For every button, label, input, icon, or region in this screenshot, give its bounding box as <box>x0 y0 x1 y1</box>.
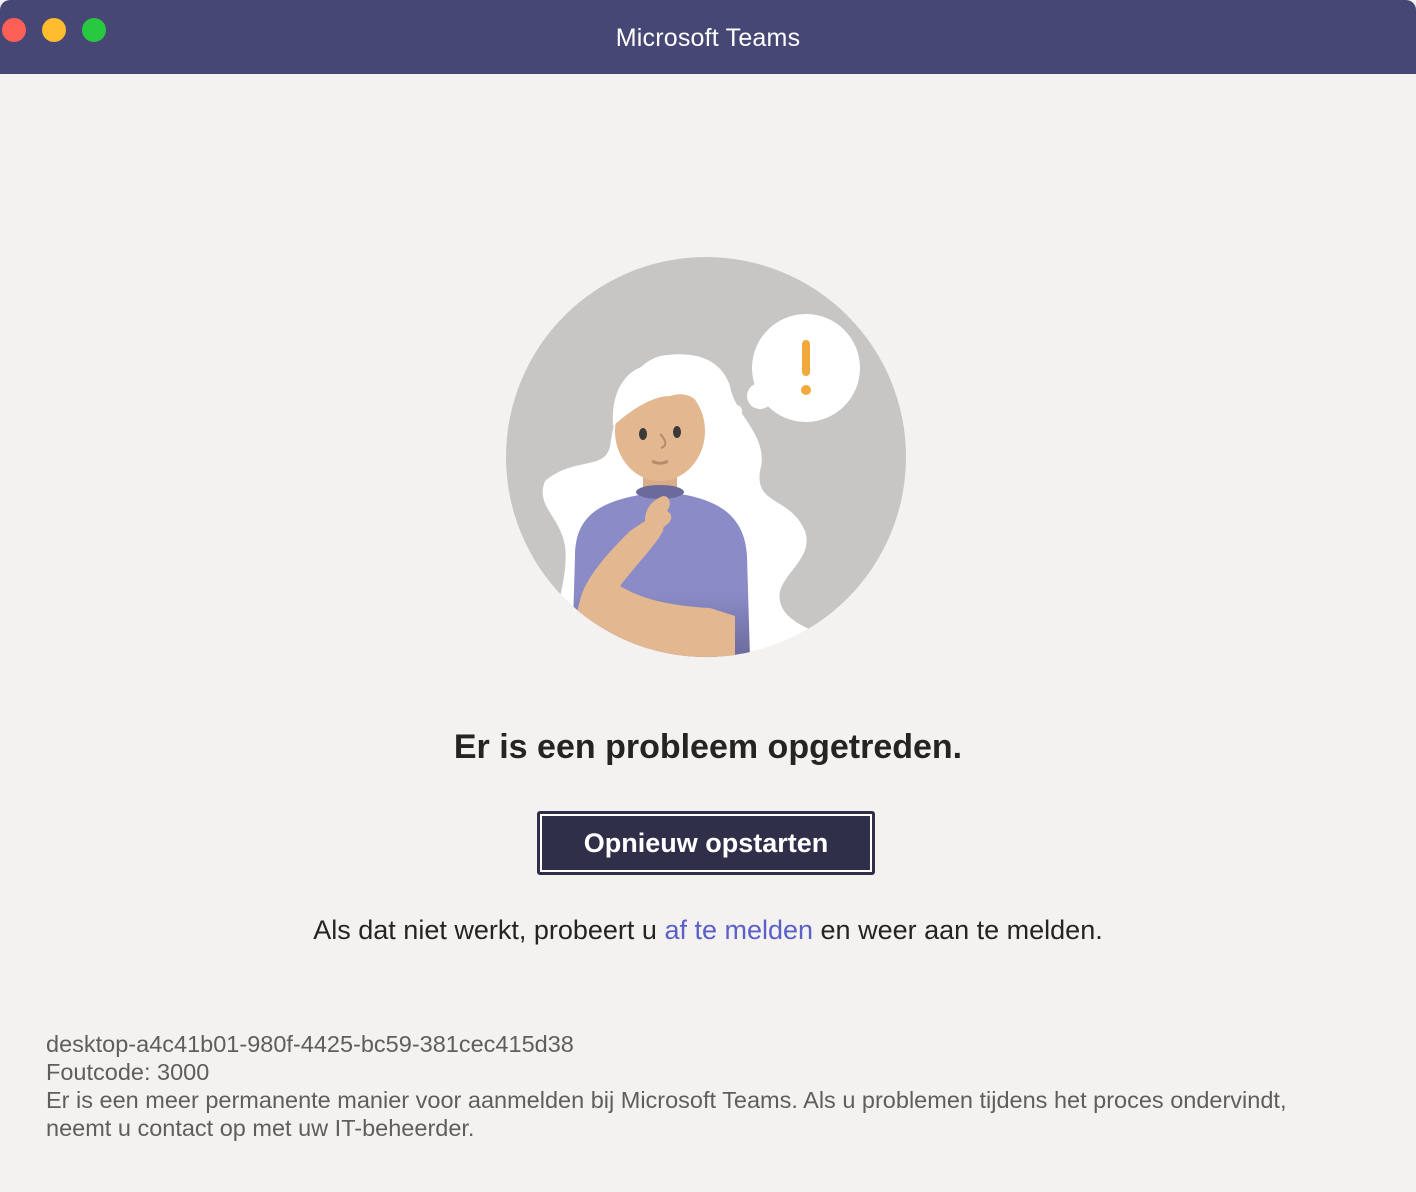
session-id: desktop-a4c41b01-980f-4425-bc59-381cec41… <box>46 1031 574 1057</box>
details-message-line2: neemt u contact op met uw IT-beheerder. <box>46 1115 475 1141</box>
error-heading: Er is een probleem opgetreden. <box>453 728 963 766</box>
signout-hint: Als dat niet werkt, probeert u af te mel… <box>0 915 1416 946</box>
right-eye <box>673 426 681 438</box>
exclamation-dot <box>801 385 811 395</box>
restart-button[interactable]: Opnieuw opstarten <box>537 811 875 875</box>
hint-text-after: en weer aan te melden. <box>813 915 1103 945</box>
teams-window: Microsoft Teams Er is een probleem opget… <box>0 0 1416 1192</box>
title-bar[interactable]: Microsoft Teams <box>0 0 1416 74</box>
left-eye <box>639 428 647 440</box>
thought-dot-small <box>730 405 742 417</box>
window-title: Microsoft Teams <box>615 24 801 52</box>
details-message-line1: Er is een meer permanente manier voor aa… <box>46 1087 1287 1113</box>
exclamation-icon <box>802 340 810 376</box>
error-details: desktop-a4c41b01-980f-4425-bc59-381cec41… <box>46 1030 1406 1142</box>
hint-text-before: Als dat niet werkt, probeert u <box>313 915 665 945</box>
sign-out-link[interactable]: af te melden <box>664 915 813 945</box>
error-code: Foutcode: 3000 <box>46 1059 210 1085</box>
thinking-woman-alert-illustration <box>506 257 906 657</box>
collar <box>636 485 684 499</box>
